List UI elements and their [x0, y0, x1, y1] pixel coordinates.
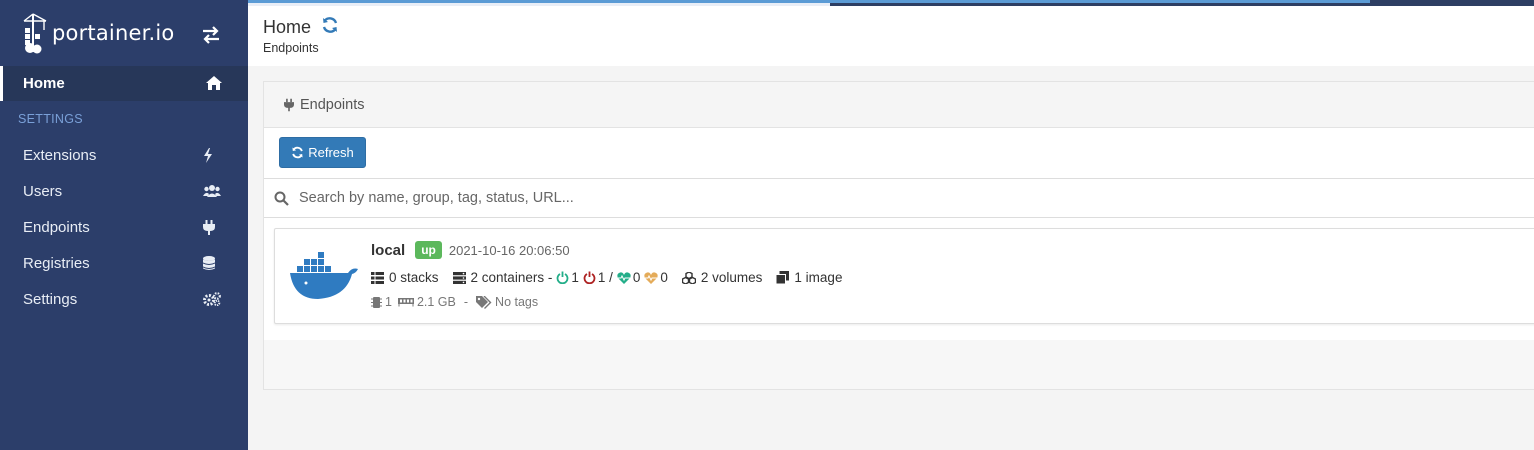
page-title: Home	[263, 17, 312, 37]
sidebar-item-endpoints[interactable]: Endpoints	[0, 209, 248, 245]
clone-icon	[776, 271, 790, 284]
portainer-logo-icon	[23, 13, 47, 54]
home-icon	[206, 76, 222, 95]
heartbeat-icon	[617, 271, 631, 284]
refresh-button[interactable]: Refresh	[279, 137, 366, 168]
bolt-icon	[203, 148, 213, 168]
sidebar-item-extensions[interactable]: Extensions	[0, 137, 248, 173]
search-input[interactable]	[299, 190, 1199, 206]
unhealthy-count: 0	[660, 270, 668, 285]
status-badge: up	[415, 241, 442, 259]
stopped-count: 1 /	[597, 270, 613, 285]
main-content: Home Endpoints Endpoints Refresh Search …	[248, 6, 1534, 450]
sidebar-item-label: Settings	[23, 290, 78, 308]
brand-name: portainer.io	[52, 21, 175, 45]
widget-header: Endpoints	[264, 82, 1534, 128]
portainer-logo[interactable]: portainer.io	[22, 12, 174, 54]
sidebar-item-label: Endpoints	[23, 218, 90, 236]
containers-stat: 2 containers - 1 1 / 0 0	[452, 270, 668, 285]
breadcrumb: Endpoints	[263, 41, 319, 55]
sidebar: portainer.io Home SETTINGS Extensions Us…	[0, 0, 248, 450]
cubes-icon	[681, 271, 696, 284]
healthy-stat: 0	[613, 270, 641, 285]
power-off-icon	[583, 271, 596, 284]
page-title-row: Home	[263, 16, 339, 39]
volumes-stat: 2 volumes	[681, 270, 763, 285]
sidebar-item-label: Users	[23, 182, 63, 200]
healthy-count: 0	[632, 270, 641, 285]
endpoint-list: local up 2021-10-16 20:06:50 0 stacks 2 …	[264, 218, 1534, 340]
sidebar-item-home[interactable]: Home	[0, 66, 248, 101]
endpoint-card[interactable]: local up 2021-10-16 20:06:50 0 stacks 2 …	[274, 228, 1534, 324]
sidebar-item-users[interactable]: Users	[0, 173, 248, 209]
search-icon	[274, 191, 289, 206]
server-icon	[452, 271, 466, 284]
sidebar-item-label: Extensions	[23, 146, 97, 164]
sidebar-item-label: Registries	[23, 254, 90, 272]
tags-icon	[476, 295, 492, 309]
sidebar-toggle-icon[interactable]	[201, 26, 221, 49]
refresh-button-label: Refresh	[308, 145, 354, 160]
endpoint-stats-row: 0 stacks 2 containers - 1 1 / 0 0 2 volu…	[371, 270, 856, 285]
docker-whale-icon	[290, 252, 358, 299]
tags-text: No tags	[495, 295, 539, 309]
stacks-count: 0 stacks	[389, 270, 439, 285]
plug-icon	[203, 220, 215, 240]
sidebar-item-label: Home	[23, 75, 65, 92]
cpu-count: 1	[385, 295, 392, 309]
endpoint-timestamp: 2021-10-16 20:06:50	[448, 242, 570, 258]
containers-count: 2 containers -	[470, 270, 553, 285]
images-stat: 1 image	[776, 270, 842, 285]
endpoint-name: local	[371, 241, 406, 259]
refresh-icon	[292, 146, 303, 159]
sidebar-item-settings[interactable]: Settings	[0, 281, 248, 317]
power-off-icon	[556, 271, 569, 284]
running-count: 1	[571, 270, 579, 285]
running-stat: 1	[552, 270, 579, 285]
users-icon	[203, 184, 221, 202]
separator: -	[463, 295, 469, 309]
cogs-icon	[203, 292, 221, 311]
loading-bar-progress	[140, 0, 1370, 3]
heartbeat-icon	[644, 271, 659, 284]
brand-header: portainer.io	[0, 0, 248, 66]
stopped-stat: 1 /	[579, 270, 613, 285]
refresh-icon[interactable]	[321, 16, 339, 39]
endpoint-title-row: local up 2021-10-16 20:06:50	[371, 241, 570, 259]
widget-toolbar: Refresh	[264, 128, 1534, 178]
images-count: 1 image	[794, 270, 843, 285]
page-header: Home Endpoints	[248, 6, 1534, 66]
cpu-icon	[371, 296, 382, 308]
th-list-icon	[371, 271, 384, 284]
sidebar-section-title: SETTINGS	[18, 112, 83, 126]
endpoints-widget: Endpoints Refresh Search by name, group,…	[263, 81, 1534, 390]
memory-icon	[397, 298, 414, 307]
database-icon	[203, 256, 215, 276]
volumes-count: 2 volumes	[700, 270, 763, 285]
endpoint-resources-row: 1 2.1 GB - No tags	[371, 295, 538, 309]
stacks-stat: 0 stacks	[371, 270, 439, 285]
search-bar	[264, 178, 1534, 218]
sidebar-item-registries[interactable]: Registries	[0, 245, 248, 281]
plug-icon	[284, 98, 294, 111]
unhealthy-stat: 0	[640, 270, 668, 285]
widget-title: Endpoints	[300, 96, 365, 113]
memory-size: 2.1 GB	[416, 295, 456, 309]
